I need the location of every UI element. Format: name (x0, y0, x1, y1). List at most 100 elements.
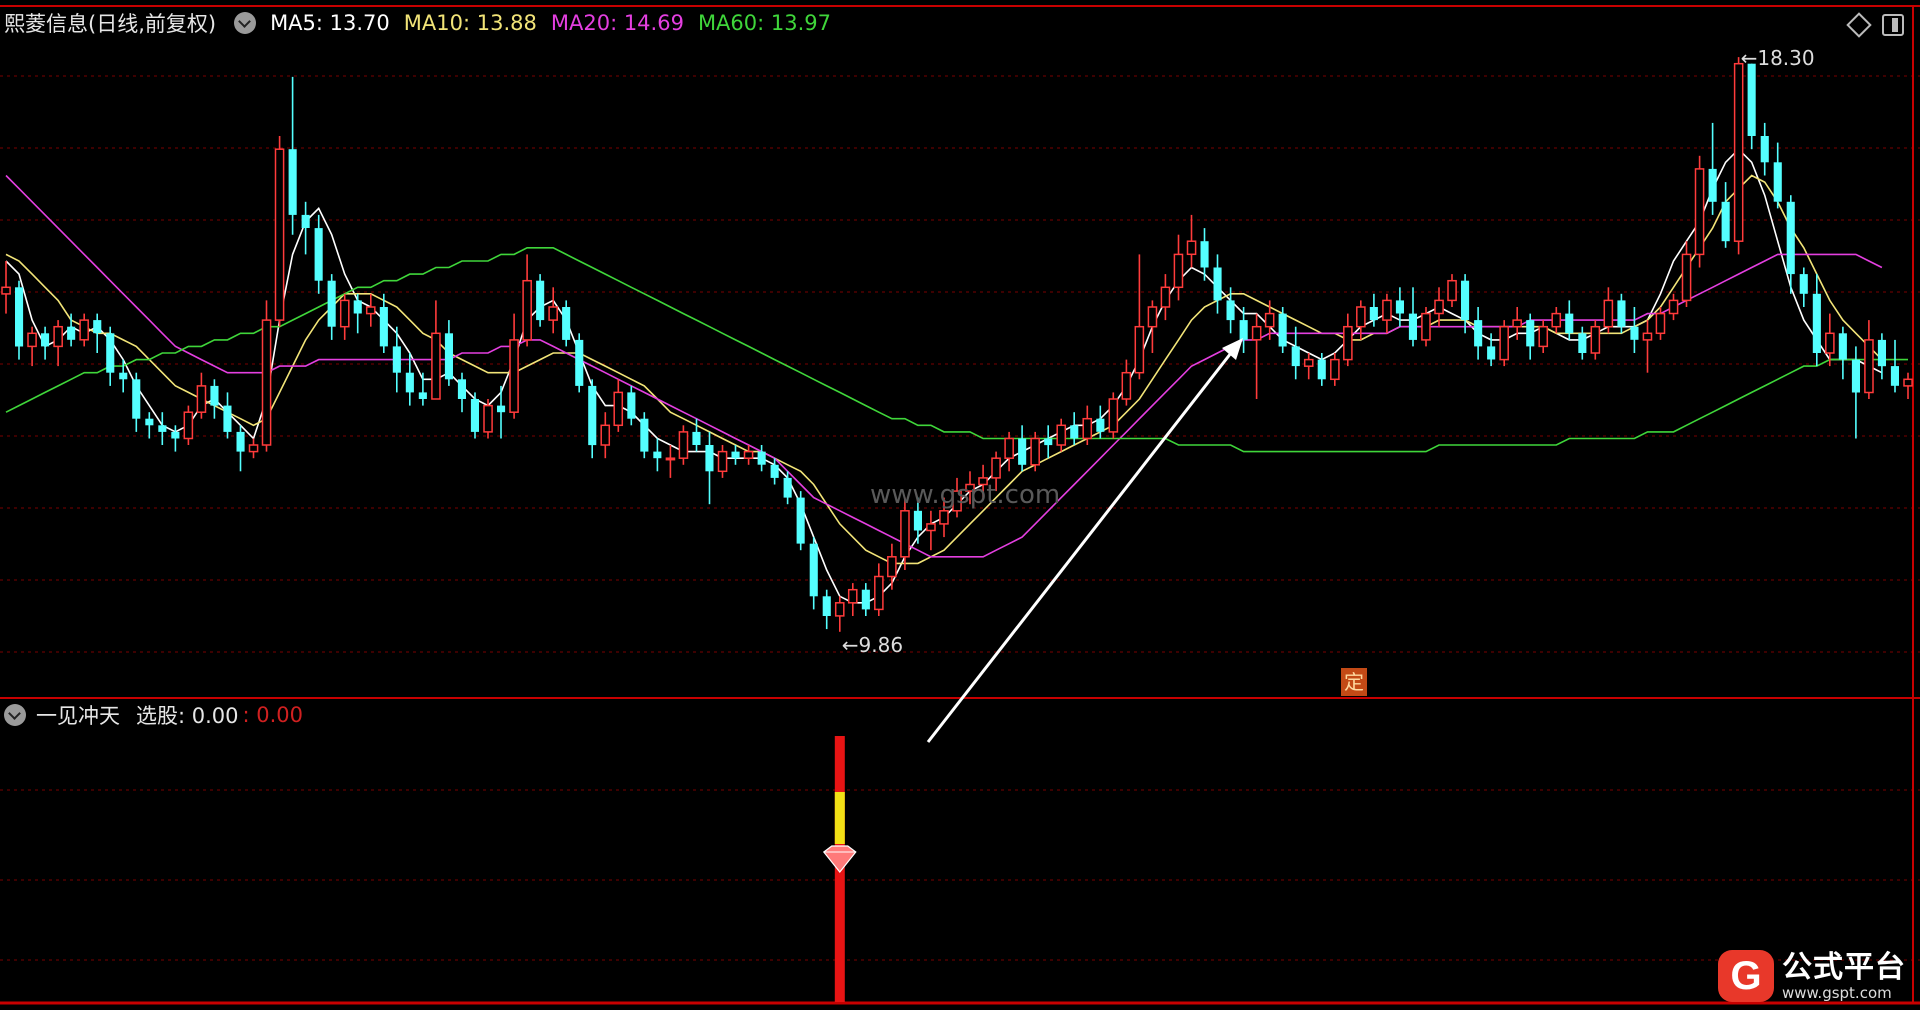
chevron-down-icon[interactable] (4, 704, 26, 726)
candle (1864, 320, 1874, 399)
candle-body (1408, 313, 1417, 340)
ma60-legend: MA60: 13.97 (697, 11, 832, 35)
candle (1538, 320, 1549, 353)
candle (1825, 313, 1835, 367)
panel-toggle-icon[interactable] (1882, 14, 1904, 36)
candle (327, 274, 336, 340)
candle-body (575, 339, 584, 386)
candle-body (1278, 313, 1287, 347)
candle-body (939, 510, 949, 525)
indicator-bars (822, 736, 857, 1002)
candle (1447, 274, 1457, 307)
candle (1526, 313, 1535, 360)
candle (1694, 155, 1705, 268)
candle (783, 471, 792, 505)
candle-body (288, 149, 297, 215)
candle-body (665, 457, 676, 461)
candle (1461, 274, 1470, 334)
candle-body (53, 325, 63, 348)
candle (1291, 326, 1300, 380)
candle (600, 412, 611, 459)
candle-body (1186, 240, 1197, 256)
candle-body (861, 589, 870, 610)
candlestick-series (1, 57, 1913, 632)
candle (705, 431, 714, 505)
trend-arrow-head (1222, 338, 1243, 360)
candle-body (1134, 325, 1145, 374)
candle-body (717, 450, 728, 473)
candle-body (79, 319, 89, 341)
candle (365, 293, 376, 327)
candle-body (1733, 62, 1744, 242)
candle (588, 379, 597, 459)
ma5-legend: MA5: 13.70 (270, 11, 390, 35)
candle-body (1474, 320, 1483, 347)
trend-arrow-line (926, 343, 1240, 743)
candle-body (1747, 63, 1756, 137)
candle-body (627, 392, 636, 419)
candle (196, 372, 207, 419)
candle (1681, 241, 1692, 307)
candle-body (1044, 438, 1053, 446)
chevron-down-icon[interactable] (234, 12, 257, 34)
candle-body (1590, 325, 1601, 354)
candle (1630, 307, 1639, 353)
candle-body (1004, 437, 1014, 459)
candle (562, 300, 571, 347)
candle-body (1461, 280, 1470, 321)
candle (665, 445, 676, 478)
candle-body (1030, 437, 1040, 466)
candle (1721, 182, 1730, 248)
diamond-icon[interactable] (1846, 12, 1872, 38)
candle (809, 537, 818, 610)
candle-body (1578, 333, 1587, 353)
candle (1251, 313, 1262, 399)
ma10-legend: MA10: 13.88 (403, 11, 537, 35)
candle (457, 372, 466, 413)
candle-body (444, 333, 453, 380)
candle-body (874, 575, 884, 611)
candle (536, 274, 545, 327)
candle-body (1160, 286, 1171, 308)
candle-body (562, 307, 571, 340)
candle (171, 425, 180, 452)
candle (1018, 425, 1027, 472)
candle-body (1018, 438, 1027, 465)
candle (1812, 274, 1821, 367)
candle-body (210, 385, 219, 406)
candle (1186, 214, 1197, 268)
candle-body (1303, 358, 1314, 367)
candle-body (822, 596, 831, 616)
candle-body (327, 280, 336, 327)
candle (1121, 359, 1132, 406)
candle-body (1447, 279, 1457, 302)
candle-body (274, 148, 285, 321)
candle-body (731, 451, 740, 459)
candle-body (1108, 398, 1119, 433)
candle-body (183, 411, 194, 440)
candle-body (1786, 201, 1795, 275)
candle (1082, 405, 1093, 445)
candle-body (261, 319, 272, 446)
candle (236, 425, 245, 472)
candle (1551, 307, 1562, 334)
candle (1760, 122, 1769, 176)
candle (79, 313, 89, 347)
candle-body (418, 392, 427, 399)
candle (431, 300, 441, 400)
candle-body (1369, 307, 1378, 321)
candle (627, 385, 636, 426)
candle-body (1512, 319, 1522, 328)
candle (67, 313, 76, 347)
indicator-name: 一见冲天 (36, 704, 120, 728)
candle (223, 392, 232, 439)
candle (1890, 339, 1899, 393)
candle (1056, 418, 1067, 452)
candle-body (900, 510, 910, 558)
candle-body (1721, 201, 1730, 242)
candle (261, 300, 272, 452)
candle-body (1877, 339, 1886, 367)
candle-body (1239, 320, 1248, 340)
candle (1044, 425, 1053, 459)
candle-body (1343, 325, 1353, 361)
